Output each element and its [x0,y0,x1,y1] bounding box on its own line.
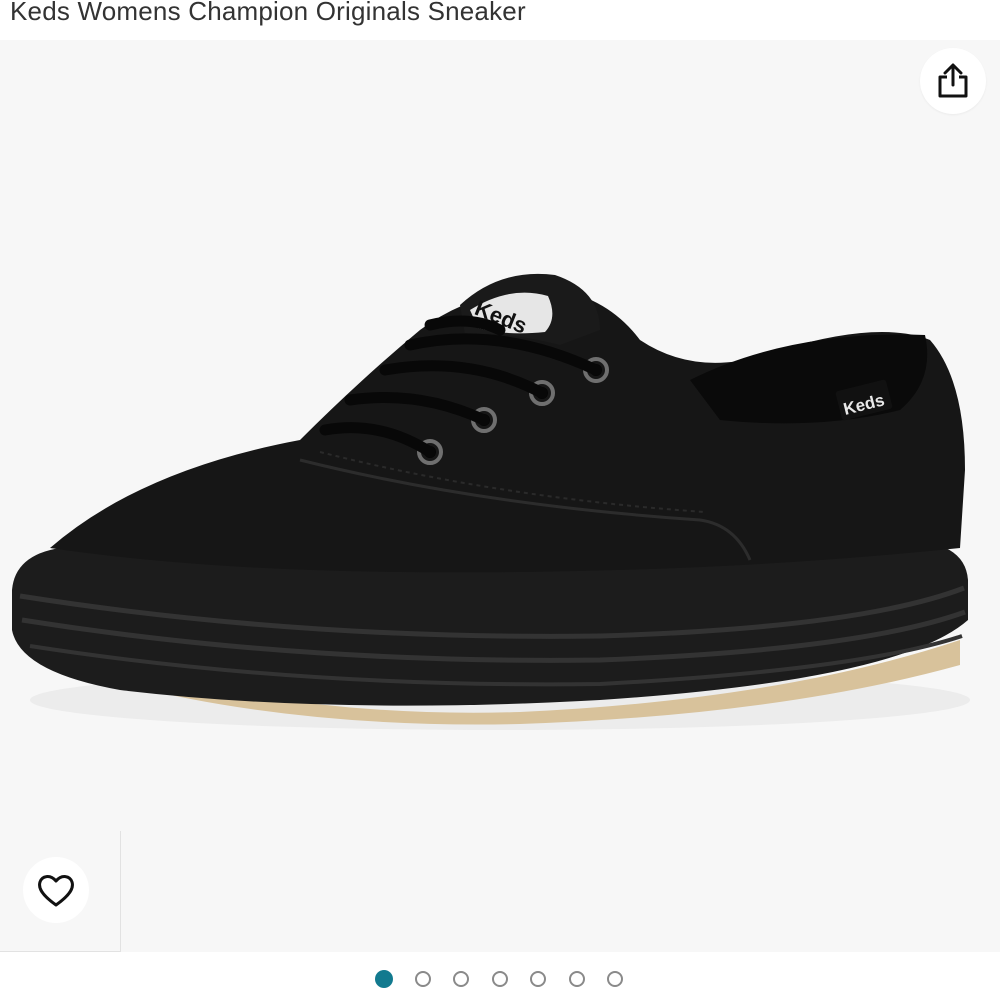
pagination-dot-5[interactable] [530,971,546,987]
image-pagination [0,952,1000,1000]
wishlist-area [0,831,121,952]
product-title: Keds Womens Champion Originals Sneaker [10,0,526,26]
pagination-dot-6[interactable] [569,971,585,987]
pagination-dot-3[interactable] [453,971,469,987]
heart-outline-icon [38,875,74,907]
product-image[interactable]: Keds Keds [0,40,1000,952]
pagination-dot-4[interactable] [492,971,508,987]
pagination-dot-1[interactable] [375,970,393,988]
add-to-wishlist-button[interactable] [23,857,89,923]
title-bar: Keds Womens Champion Originals Sneaker [0,0,1000,40]
pagination-dot-7[interactable] [607,971,623,987]
product-image-gallery[interactable]: Keds Keds [0,40,1000,952]
share-icon [938,63,968,98]
pagination-dot-2[interactable] [415,971,431,987]
share-button[interactable] [920,48,986,114]
product-page: Keds Womens Champion Originals Sneaker K… [0,0,1000,1000]
